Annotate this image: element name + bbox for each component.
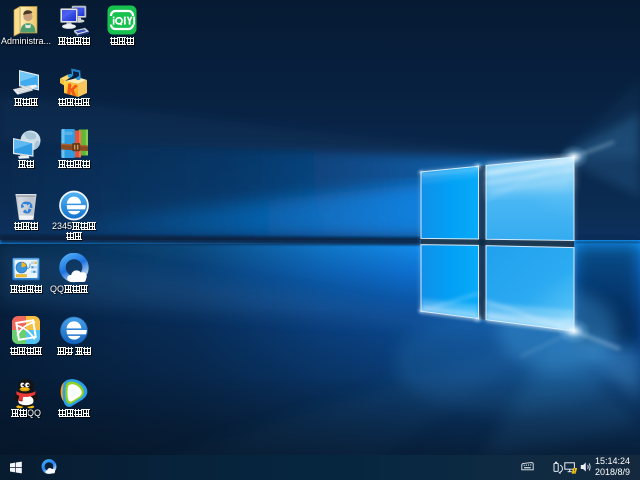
svg-text:!: ! xyxy=(574,468,576,474)
